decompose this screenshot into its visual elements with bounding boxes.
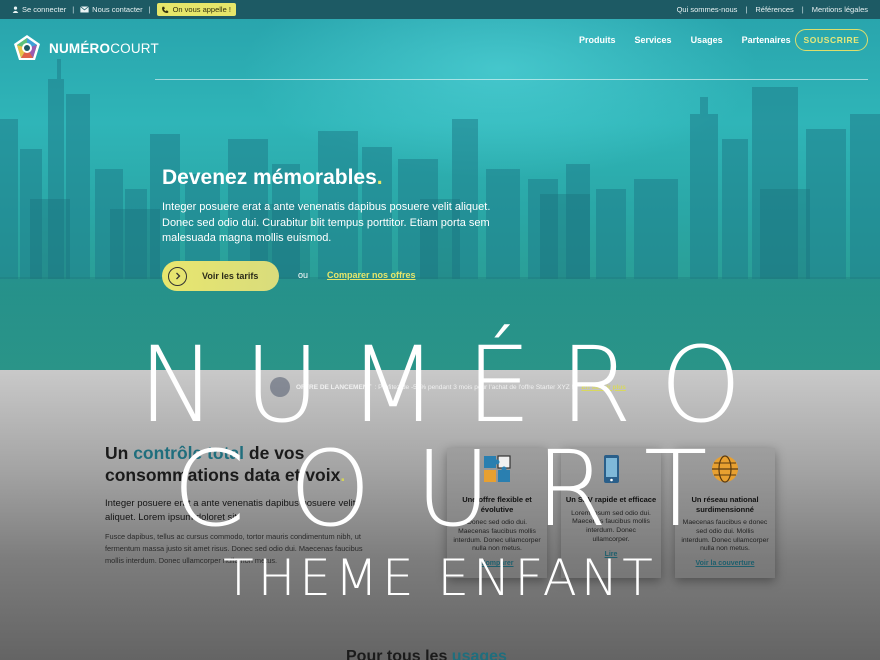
- envelope-icon: [80, 6, 90, 13]
- hero-paragraph: Integer posuere erat a ante venenatis da…: [162, 201, 491, 244]
- callback-button[interactable]: On vous appelle !: [156, 3, 236, 16]
- contact-label: Nous contacter: [92, 5, 143, 14]
- promo-text: : Profitez de -50% pendant 3 mois pour l…: [374, 383, 574, 391]
- separator: |: [801, 5, 804, 14]
- globe-icon: [712, 455, 738, 483]
- puzzle-icon: [484, 455, 511, 482]
- feature-card-sav: Un SAV rapide et efficace Lorem ipsum se…: [561, 448, 661, 578]
- card-text: Lorem ipsum sed odio dui. Maecenas fauci…: [571, 509, 651, 543]
- menu-item-partenaires[interactable]: Partenaires: [742, 35, 791, 45]
- see-prices-button[interactable]: Voir les tarifs: [162, 261, 279, 291]
- callback-label: On vous appelle !: [172, 5, 231, 14]
- section-title: Un contrôle total de vos consommations d…: [105, 442, 405, 486]
- card-text: Maecenas faucibus e donec sed odio dui. …: [681, 519, 769, 553]
- site-logo[interactable]: NUMÉROCOURT: [13, 34, 159, 62]
- nav-divider: [155, 79, 868, 80]
- or-text: ou: [298, 270, 309, 280]
- logo-text-bold: NUMÉRO: [49, 40, 111, 56]
- compare-offers-link[interactable]: Comparer nos offres: [327, 270, 416, 280]
- login-label: Se connecter: [22, 5, 67, 14]
- legal-link[interactable]: Mentions légales: [812, 5, 868, 14]
- card-title: Un réseau national surdimensionné: [691, 495, 759, 514]
- logo-text: NUMÉROCOURT: [49, 41, 159, 56]
- promo-label: OFFRE DE LANCEMENT: [296, 383, 372, 391]
- feature-card-network: Un réseau national surdimensionné Maecen…: [675, 448, 775, 578]
- separator: |: [148, 5, 151, 14]
- subscribe-button[interactable]: SOUSCRIRE: [795, 29, 868, 51]
- see-prices-label: Voir les tarifs: [202, 271, 259, 281]
- login-link[interactable]: Se connecter: [12, 5, 66, 14]
- usages-title: Pour tous les usages: [346, 648, 507, 660]
- usages-title-highlight: usages: [451, 648, 507, 660]
- separator: |: [745, 5, 748, 14]
- menu-item-produits[interactable]: Produits: [579, 35, 616, 45]
- phone-icon: [161, 6, 168, 13]
- section-lead: Integer posuere erat a ante venenatis da…: [105, 498, 356, 523]
- card-title: Un SAV rapide et efficace: [565, 495, 657, 504]
- card-link[interactable]: Comparer: [447, 560, 547, 567]
- promo-banner: OFFRE DE LANCEMENT : Profitez de -50% pe…: [270, 376, 800, 398]
- feature-card-flexible: Une offre flexible et évolutive Donec se…: [447, 448, 547, 578]
- logo-text-light: COURT: [110, 40, 159, 56]
- card-link[interactable]: Lire: [561, 551, 661, 558]
- phone-icon: [604, 455, 619, 483]
- contact-link[interactable]: Nous contacter: [80, 5, 143, 14]
- hero-title-dot: .: [376, 166, 383, 189]
- main-navigation: NUMÉROCOURT Produits Services Usages Par…: [0, 19, 880, 80]
- references-link[interactable]: Références: [755, 5, 793, 14]
- section-title-highlight: contrôle total: [133, 443, 245, 463]
- promo-more-link[interactable]: En savoir plus: [581, 384, 625, 391]
- about-link[interactable]: Qui sommes-nous: [677, 5, 738, 14]
- section-title-dot: .: [340, 465, 346, 485]
- card-link[interactable]: Voir la couverture: [675, 560, 775, 567]
- arrow-right-circle-icon: [168, 266, 187, 286]
- menu-item-services[interactable]: Services: [635, 35, 672, 45]
- usages-title-pre: Pour tous les: [346, 648, 452, 660]
- user-icon: [12, 6, 19, 13]
- card-title: Une offre flexible et évolutive: [462, 495, 532, 514]
- menu-item-usages[interactable]: Usages: [691, 35, 723, 45]
- hero-title: Devenez mémorables.: [162, 166, 383, 190]
- separator: |: [72, 5, 75, 14]
- logo-pentagon-icon: [14, 35, 40, 60]
- section-body: Fusce dapibus, tellus ac cursus commodo,…: [105, 532, 363, 565]
- hero-title-text: Devenez mémorables: [162, 166, 377, 189]
- card-text: Donec sed odio dui. Maecenas faucibus mo…: [453, 519, 541, 553]
- section-title-pre: Un: [105, 443, 134, 463]
- gift-icon: [270, 377, 290, 397]
- main-menu: Produits Services Usages Partenaires: [579, 35, 791, 45]
- top-bar: Se connecter | Nous contacter | On vous …: [0, 0, 880, 19]
